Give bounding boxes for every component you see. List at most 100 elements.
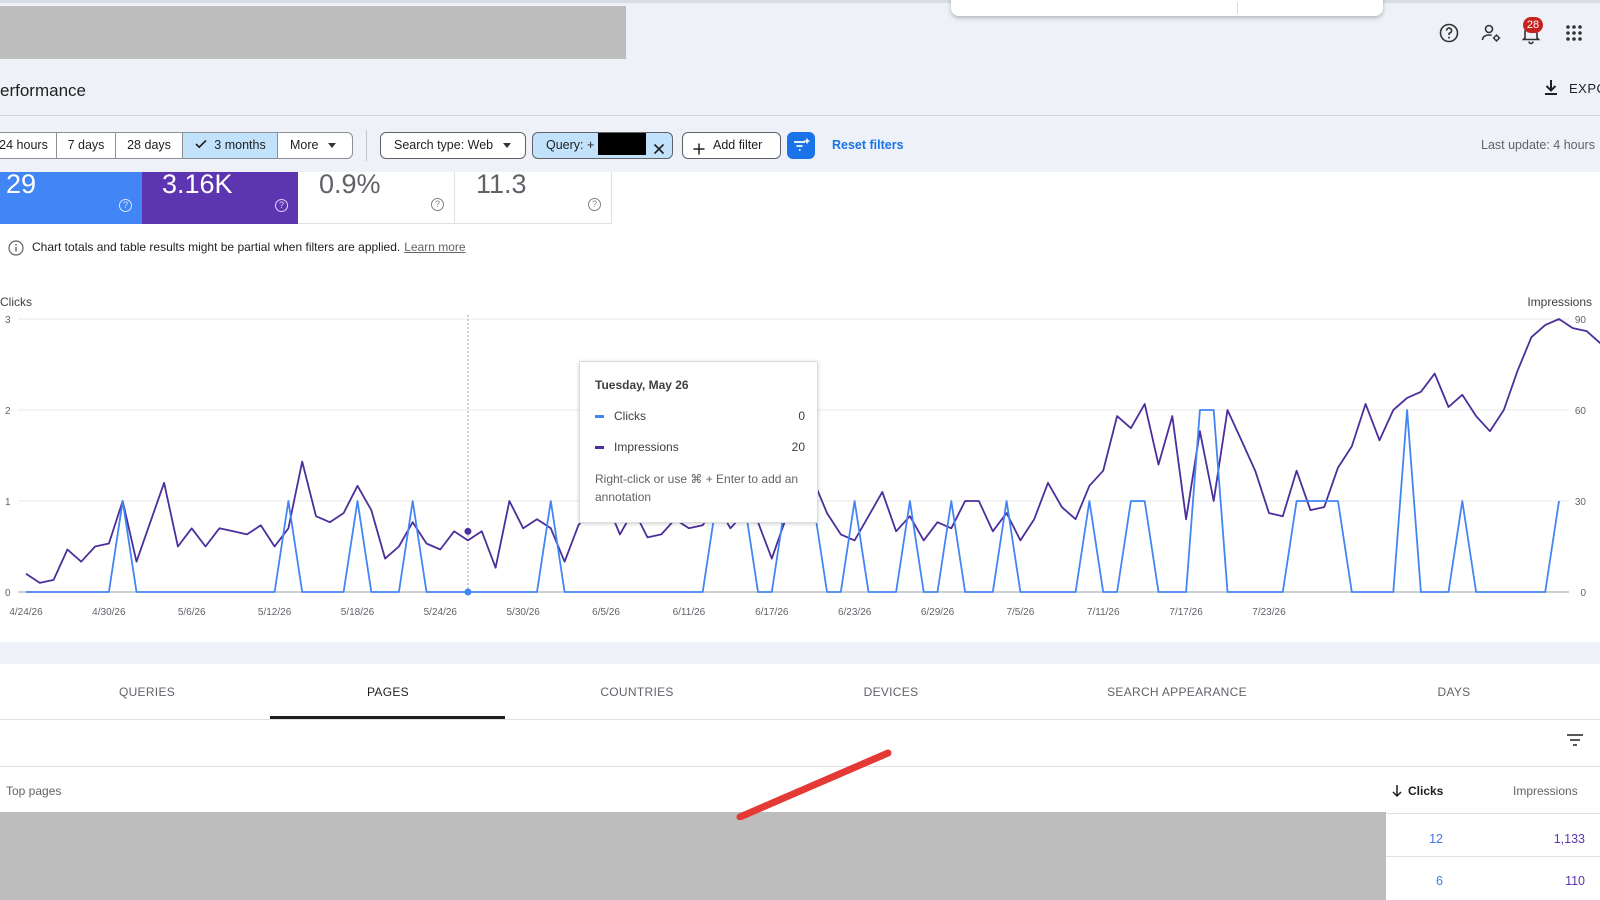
search-type-filter[interactable]: Search type: Web bbox=[380, 132, 526, 159]
y-tick-right: 90 bbox=[1575, 315, 1587, 326]
range-28-days[interactable]: 28 days bbox=[115, 132, 183, 159]
check-icon bbox=[194, 133, 208, 158]
y-tick-right: 30 bbox=[1575, 497, 1587, 508]
notification-badge: 28 bbox=[1523, 17, 1543, 33]
tooltip-clicks-label: Clicks bbox=[614, 409, 646, 423]
x-tick-label: 5/30/26 bbox=[507, 607, 541, 618]
y-tick-left: 2 bbox=[5, 406, 11, 417]
tooltip-impressions-label: Impressions bbox=[614, 440, 679, 454]
dimension-tabs bbox=[0, 664, 1600, 720]
help-icon[interactable]: ? bbox=[119, 199, 132, 212]
dropdown-caret-icon bbox=[503, 143, 512, 149]
redacted-query bbox=[598, 133, 646, 155]
column-header-clicks[interactable]: Clicks bbox=[1408, 784, 1443, 798]
tooltip-clicks-row: Clicks 0 bbox=[595, 409, 805, 423]
add-filter-button[interactable]: Add filter bbox=[682, 132, 781, 159]
impressions-hover-point bbox=[464, 527, 472, 535]
metric-ctr-card[interactable]: 0.9% ? bbox=[298, 169, 455, 224]
metric-ctr-value: 0.9% bbox=[319, 169, 381, 199]
page-title: erformance bbox=[0, 81, 86, 100]
x-tick-label: 5/6/26 bbox=[178, 607, 206, 618]
clicks-legend-swatch bbox=[595, 415, 604, 419]
redacted-area bbox=[0, 812, 1386, 900]
filter-settings-button[interactable] bbox=[787, 132, 815, 159]
help-icon[interactable]: ? bbox=[275, 199, 288, 212]
help-icon[interactable] bbox=[1437, 21, 1461, 45]
close-icon[interactable] bbox=[653, 139, 665, 155]
manage-accounts-icon[interactable] bbox=[1479, 21, 1503, 45]
tab-search-appearance[interactable]: SEARCH APPEARANCE bbox=[1107, 685, 1247, 699]
download-icon[interactable] bbox=[1542, 78, 1560, 98]
tooltip-date: Tuesday, May 26 bbox=[595, 378, 689, 392]
tab-pages[interactable]: PAGES bbox=[367, 685, 409, 699]
metric-impressions-value: 3.16K bbox=[162, 169, 233, 199]
search-type-label: Search type: Web bbox=[394, 138, 494, 152]
x-tick-label: 6/29/26 bbox=[921, 607, 955, 618]
tab-queries[interactable]: QUERIES bbox=[119, 685, 175, 699]
redacted-area bbox=[0, 6, 626, 59]
query-filter-label: Query: + bbox=[546, 138, 595, 152]
y-tick-right: 60 bbox=[1575, 406, 1587, 417]
x-axis-ticks: 4/24/26 4/30/26 5/6/26 5/12/26 5/18/26 5/24/2… bbox=[9, 607, 1286, 618]
info-icon bbox=[8, 240, 24, 256]
x-tick-label: 6/23/26 bbox=[838, 607, 872, 618]
tab-days[interactable]: DAYS bbox=[1438, 685, 1471, 699]
x-tick-label: 5/18/26 bbox=[341, 607, 375, 618]
section-divider bbox=[0, 642, 1600, 664]
row-2-impressions: 110 bbox=[1565, 874, 1585, 888]
range-more-label: More bbox=[290, 138, 319, 152]
y-tick-left: 0 bbox=[5, 588, 11, 599]
range-7-days[interactable]: 7 days bbox=[56, 132, 116, 159]
clicks-hover-point bbox=[464, 588, 472, 596]
export-button[interactable]: EXPO bbox=[1569, 81, 1600, 96]
range-more-dropdown[interactable]: More bbox=[277, 132, 353, 159]
x-tick-label: 7/17/26 bbox=[1169, 607, 1203, 618]
add-filter-label: Add filter bbox=[713, 138, 763, 152]
table-title: Top pages bbox=[6, 784, 62, 798]
divider bbox=[366, 130, 367, 161]
metric-impressions-card[interactable]: 3.16K ? bbox=[142, 169, 298, 224]
row-2-clicks: 6 bbox=[1436, 874, 1443, 888]
active-tab-indicator bbox=[270, 716, 505, 719]
metric-position-card[interactable]: 11.3 ? bbox=[455, 169, 612, 224]
query-filter-chip[interactable]: Query: + bbox=[532, 132, 673, 159]
sort-arrow-down-icon[interactable] bbox=[1391, 784, 1403, 798]
range-3-months[interactable]: 3 months bbox=[182, 132, 278, 159]
tab-countries[interactable]: COUNTRIES bbox=[600, 685, 673, 699]
chart-tooltip: Tuesday, May 26 Clicks 0 Impressions 20 … bbox=[579, 361, 818, 523]
y-axis-label-clicks: Clicks bbox=[0, 295, 32, 309]
x-tick-label: 6/11/26 bbox=[673, 607, 706, 618]
tooltip-impressions-row: Impressions 20 bbox=[595, 440, 805, 454]
help-icon[interactable]: ? bbox=[431, 198, 444, 211]
y-tick-right: 0 bbox=[1580, 588, 1586, 599]
row-divider bbox=[1386, 856, 1600, 857]
range-24-hours[interactable]: 24 hours bbox=[0, 132, 57, 159]
metric-position-value: 11.3 bbox=[476, 169, 527, 199]
row-1-clicks: 12 bbox=[1429, 832, 1443, 846]
title-bar bbox=[0, 62, 1600, 116]
apps-grid-icon[interactable] bbox=[1562, 21, 1586, 45]
column-header-impressions[interactable]: Impressions bbox=[1513, 784, 1578, 798]
help-icon[interactable]: ? bbox=[588, 198, 601, 211]
popup-panel-edge bbox=[951, 0, 1383, 16]
filter-rows-icon[interactable] bbox=[1566, 732, 1584, 748]
learn-more-link[interactable]: Learn more bbox=[404, 240, 465, 254]
x-tick-label: 6/17/26 bbox=[755, 607, 789, 618]
y-axis-label-impressions: Impressions bbox=[1527, 295, 1592, 309]
y-tick-left: 3 bbox=[5, 315, 11, 326]
plus-icon bbox=[693, 139, 705, 155]
filter-list-icon bbox=[794, 138, 810, 151]
x-tick-label: 5/12/26 bbox=[258, 607, 292, 618]
row-1-impressions: 1,133 bbox=[1553, 832, 1585, 846]
x-tick-label: 4/30/26 bbox=[92, 607, 126, 618]
range-3-months-label: 3 months bbox=[214, 138, 266, 152]
tooltip-hint: Right-click or use ⌘ + Enter to add an a… bbox=[595, 472, 799, 504]
y-tick-left: 1 bbox=[5, 497, 11, 508]
tab-devices[interactable]: DEVICES bbox=[864, 685, 919, 699]
x-tick-label: 7/11/26 bbox=[1087, 607, 1120, 618]
last-update-text: Last update: 4 hours bbox=[1481, 138, 1595, 152]
x-tick-label: 4/24/26 bbox=[9, 607, 43, 618]
partial-results-notice: Chart totals and table results might be … bbox=[8, 240, 466, 256]
metric-clicks-card[interactable]: 29 ? bbox=[0, 171, 142, 224]
reset-filters-link[interactable]: Reset filters bbox=[832, 138, 904, 152]
